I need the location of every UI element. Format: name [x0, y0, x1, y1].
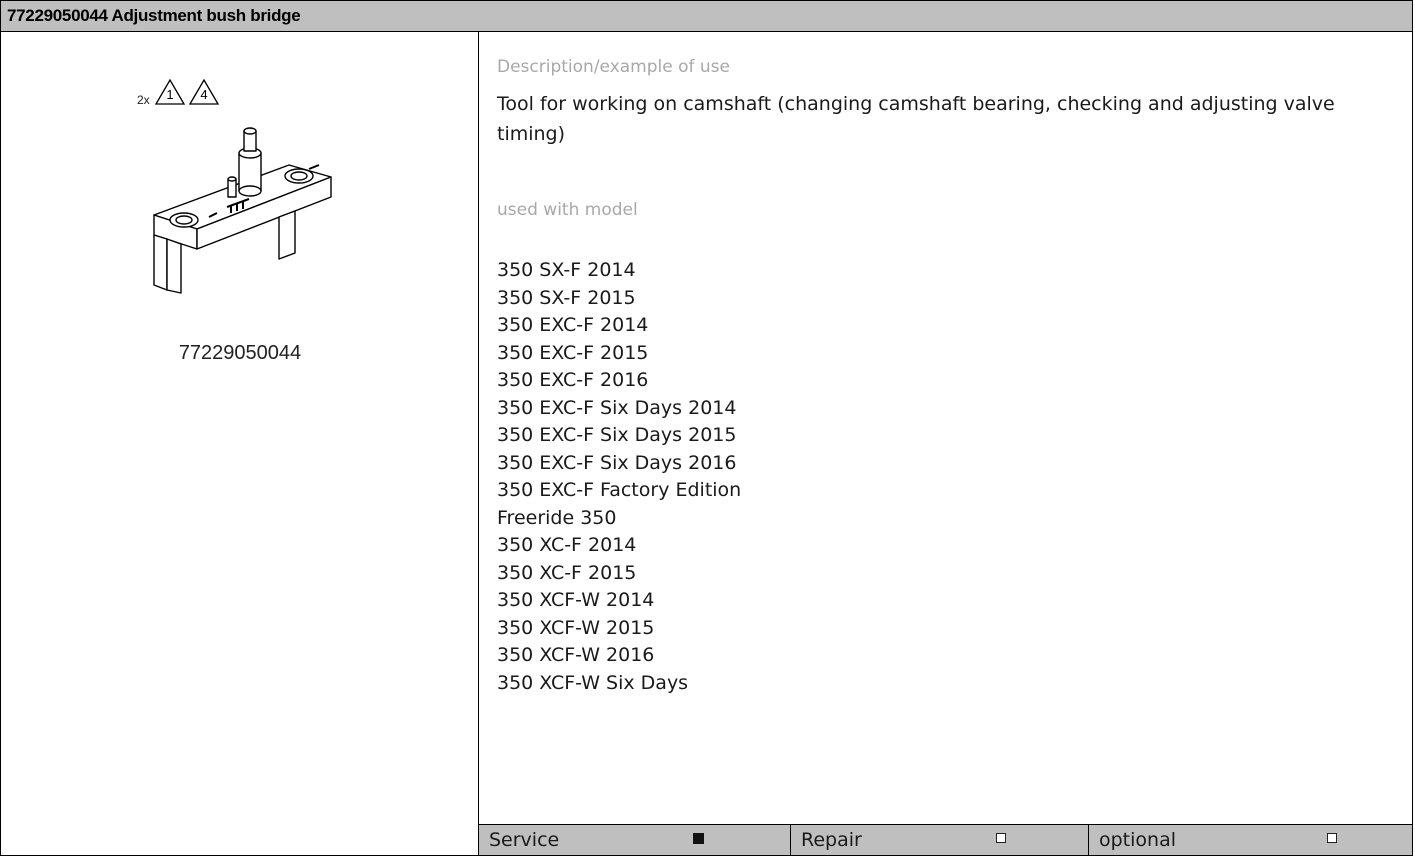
- category-label: Service: [489, 829, 560, 851]
- model-list: 350 SX-F 2014 350 SX-F 2015 350 EXC-F 20…: [497, 257, 741, 697]
- tool-sheet: 77229050044 Adjustment bush bridge 2x 1 …: [0, 0, 1413, 856]
- list-item: 350 XCF-W 2014: [497, 589, 655, 611]
- list-item: Freeride 350: [497, 506, 617, 529]
- category-label: Repair: [801, 829, 862, 851]
- unchecked-box-icon: [1327, 833, 1337, 843]
- description-heading: Description/example of use: [497, 57, 731, 77]
- details-panel: Description/example of use Tool for work…: [479, 32, 1412, 855]
- list-item: 350 XC-F 2014: [497, 534, 637, 556]
- category-service: Service: [479, 825, 790, 855]
- list-item: 350 XCF-W 2015: [497, 616, 655, 639]
- list-item: 350 EXC-F Six Days 2015: [497, 424, 737, 446]
- checked-box-icon: [693, 833, 704, 844]
- warning-triangle-icon: 4: [189, 79, 219, 105]
- page-title: 77229050044 Adjustment bush bridge: [7, 6, 301, 25]
- adjustment-bush-bridge-image: [153, 127, 332, 294]
- part-number-caption: 77229050044: [178, 342, 302, 364]
- list-item: 350 XC-F 2015: [497, 561, 637, 584]
- category-label: optional: [1099, 829, 1177, 851]
- list-item: 350 EXC-F 2015: [497, 341, 649, 364]
- category-row: Service Repair optional: [479, 824, 1412, 855]
- warning-number: 4: [200, 87, 208, 102]
- list-item: 350 SX-F 2015: [497, 286, 636, 309]
- list-item: 350 EXC-F Six Days 2016: [497, 451, 737, 474]
- list-item: 350 XCF-W 2016: [497, 644, 655, 666]
- list-item: 350 SX-F 2014: [497, 259, 636, 281]
- category-repair: Repair: [790, 825, 1088, 855]
- list-item: 350 EXC-F Factory Edition: [497, 479, 742, 501]
- warning-number: 1: [166, 87, 174, 102]
- category-optional: optional: [1088, 825, 1412, 855]
- figure-panel: 2x 1 4 77229050044: [1, 32, 479, 855]
- warning-triangle-icon: 1: [155, 79, 185, 105]
- models-heading: used with model: [497, 200, 638, 220]
- unchecked-box-icon: [996, 833, 1006, 843]
- list-item: 350 EXC-F Six Days 2014: [497, 396, 737, 419]
- list-item: 350 XCF-W Six Days: [497, 671, 689, 694]
- list-item: 350 EXC-F 2014: [497, 314, 649, 336]
- description-text: Tool for working on camshaft (changing c…: [497, 93, 1335, 145]
- warning-count: 2x: [137, 93, 150, 107]
- title-bar: 77229050044 Adjustment bush bridge: [1, 1, 1412, 32]
- list-item: 350 EXC-F 2016: [497, 369, 649, 391]
